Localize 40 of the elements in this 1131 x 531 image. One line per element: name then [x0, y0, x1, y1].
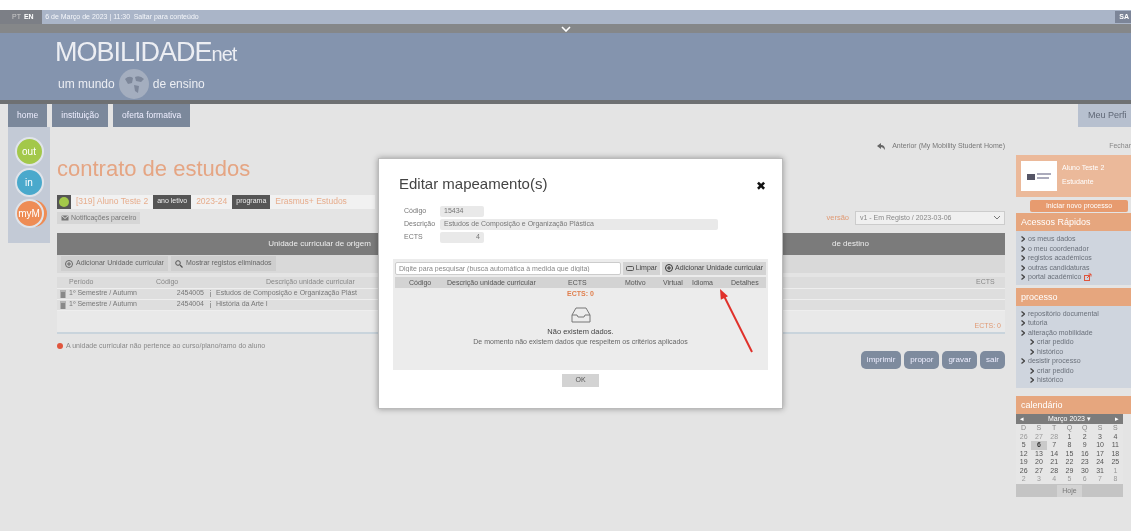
action-button[interactable]: imprimir	[860, 351, 902, 369]
section-header: de destino	[832, 237, 869, 250]
external-link-icon	[1084, 273, 1093, 282]
section-header: Unidade curricular de origem	[267, 237, 372, 250]
tagline-text: um mundo	[58, 76, 115, 93]
section-title: calendário	[1016, 395, 1131, 414]
search-icon	[174, 259, 183, 268]
trash-icon	[60, 300, 66, 309]
annotation-arrow	[720, 289, 753, 353]
section-title: Acessos Rápidos	[1016, 213, 1131, 231]
caret-icon	[994, 216, 1000, 220]
tagline-text: de ensino	[152, 76, 205, 93]
action-button[interactable]: sair	[980, 351, 1005, 369]
nav-tab[interactable]: instituição	[52, 104, 109, 127]
profile-tab[interactable]: Meu Perfi	[1078, 104, 1131, 127]
add-icon	[65, 259, 73, 268]
module-icon[interactable]: myM	[14, 199, 44, 228]
nav-tab[interactable]: home	[8, 104, 48, 127]
nav-tab[interactable]: oferta formativa	[113, 104, 191, 127]
eraser-icon	[625, 265, 634, 271]
inbox-icon	[570, 307, 591, 323]
chevron-down-icon[interactable]	[560, 25, 571, 32]
logo-title: MOBILIDADEnet	[55, 37, 237, 69]
modal-title: Editar mapeamento(s)	[399, 174, 548, 194]
required-dot-icon	[57, 342, 63, 349]
trash-icon	[60, 289, 66, 298]
section-title: processo	[1016, 287, 1131, 306]
status-icon	[59, 196, 69, 207]
module-icon[interactable]: in	[14, 168, 44, 197]
envelope-icon	[61, 214, 69, 221]
action-button[interactable]: gravar	[942, 351, 978, 369]
action-button[interactable]: propor	[904, 351, 940, 369]
student-name: [319] Aluno Teste 2	[71, 194, 154, 209]
globe-icon	[118, 69, 149, 99]
program-name: Erasmus+ Estudos	[270, 194, 375, 209]
back-icon	[876, 141, 887, 151]
add-icon	[665, 264, 674, 272]
page-title: contrato de estudos	[57, 154, 251, 183]
academic-year: 2023-24	[191, 194, 233, 209]
close-button[interactable]: ✖	[756, 177, 766, 195]
